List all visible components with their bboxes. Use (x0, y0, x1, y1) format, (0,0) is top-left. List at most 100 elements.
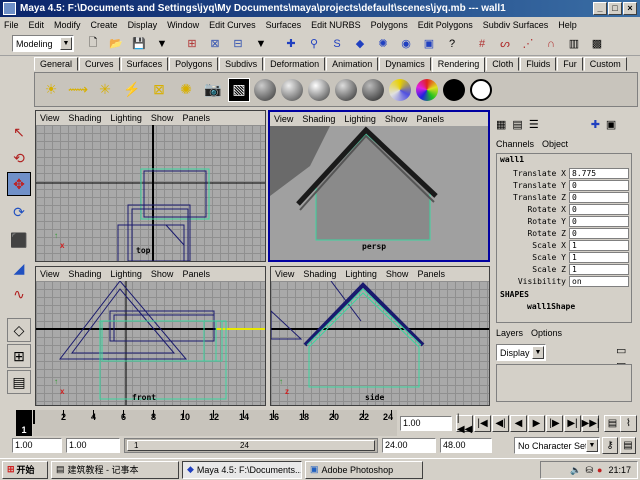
shelf-tab-dynamics[interactable]: Dynamics (379, 57, 431, 71)
vp-persp-lighting-menu[interactable]: Lighting (344, 114, 376, 124)
vp-side-panels-menu[interactable]: Panels (417, 269, 445, 279)
antivirus-icon[interactable]: ● (597, 465, 602, 475)
taskbar-item-notepad[interactable]: ▤ 建筑教程 - 记事本 (51, 460, 179, 479)
range-slider-track[interactable]: 1 24 (124, 438, 378, 453)
channel-box-icon[interactable]: ▦ (496, 118, 506, 131)
channel-row-visibility[interactable]: Visibility on (497, 275, 637, 287)
shelf-tab-rendering[interactable]: Rendering (431, 57, 486, 72)
current-frame-marker[interactable]: 1 (16, 410, 32, 436)
tab-object[interactable]: Object (542, 139, 568, 150)
step-forward-key-icon[interactable]: |▶ (546, 415, 563, 432)
shelf-tab-deformation[interactable]: Deformation (264, 57, 326, 71)
channel-row-scale-y[interactable]: Scale Y1 (497, 251, 637, 263)
menu-help[interactable]: Help (558, 20, 577, 30)
attribute-list-icon[interactable]: ☰ (529, 118, 539, 131)
shelf-tab-fluids[interactable]: Fluids (520, 57, 557, 71)
shelf-tab-surfaces[interactable]: Surfaces (120, 57, 169, 71)
lambert-ball-icon[interactable] (253, 78, 277, 102)
go-to-start-icon[interactable]: |◀◀ (456, 413, 473, 435)
vp-front-panels-menu[interactable]: Panels (182, 269, 210, 279)
spot-light-icon[interactable]: ⚡ (120, 78, 144, 102)
select-hierarchy-icon[interactable]: ⊞ (183, 35, 201, 53)
shelf-tab-animation[interactable]: Animation (326, 57, 379, 71)
viewport-persp[interactable]: View Shading Lighting Show Panels persp (268, 110, 490, 262)
menu-window[interactable]: Window (167, 20, 199, 30)
key-icon[interactable]: ⚷ (602, 437, 618, 454)
vp-side-show-menu[interactable]: Show (386, 269, 409, 279)
vp-top-show-menu[interactable]: Show (151, 113, 174, 123)
tab-options[interactable]: Options (531, 328, 562, 340)
shelf-tab-fur[interactable]: Fur (557, 57, 583, 71)
save-scene-icon[interactable]: 💾 (130, 35, 148, 53)
point-light-icon[interactable]: ✳ (93, 78, 117, 102)
channel-row-translate-z[interactable]: Translate Z0 (497, 191, 637, 203)
vp-front-view-menu[interactable]: View (40, 269, 59, 279)
menu-subdiv-surfaces[interactable]: Subdiv Surfaces (483, 20, 549, 30)
start-time-field[interactable]: 1.00 (12, 438, 62, 453)
viewport-side[interactable]: View Shading Lighting Show Panels side ↑… (270, 266, 490, 406)
menu-create[interactable]: Create (91, 20, 118, 30)
hypershade-icon[interactable]: ▧ (228, 77, 250, 102)
channel-row-rotate-y[interactable]: Rotate Y0 (497, 215, 637, 227)
show-manipulator-icon[interactable]: ◢ (7, 256, 31, 280)
area-light-icon[interactable]: ⊠ (147, 78, 171, 102)
current-time-field[interactable]: 1.00 (400, 416, 452, 431)
vp-top-view-menu[interactable]: View (40, 113, 59, 123)
step-back-frame-icon[interactable]: |◀ (474, 415, 491, 432)
range-slider-handle[interactable]: 1 24 (127, 440, 375, 451)
vp-side-shading-menu[interactable]: Shading (303, 269, 336, 279)
tool-settings-icon[interactable]: ✚ (591, 118, 600, 131)
select-rendering-icon[interactable]: ▣ (420, 35, 438, 53)
camera-icon[interactable]: 📷 (201, 78, 225, 102)
lasso-tool-icon[interactable]: ⟲ (7, 146, 31, 170)
select-misc-icon[interactable]: ? (443, 35, 461, 53)
curve-tool-icon[interactable]: ∿ (7, 282, 31, 306)
render-icon[interactable]: ▩ (588, 35, 606, 53)
select-tool-icon[interactable]: ↖ (7, 120, 31, 144)
taskbar-item-maya[interactable]: ◆ Maya 4.5: F:\Documents... (182, 460, 302, 479)
select-dynamics-icon[interactable]: ◉ (397, 35, 415, 53)
outliner-layout-icon[interactable]: ▤ (7, 370, 31, 394)
channel-row-scale-z[interactable]: Scale Z1 (497, 263, 637, 275)
select-component-icon[interactable]: ⊟ (229, 35, 247, 53)
shape-name[interactable]: wall1Shape (527, 302, 575, 311)
vp-side-lighting-menu[interactable]: Lighting (345, 269, 377, 279)
layer-editor-toggle-icon[interactable]: ▤ (512, 118, 522, 131)
play-backward-icon[interactable]: ◀ (510, 415, 527, 432)
single-pane-layout-icon[interactable]: ◇ (7, 318, 31, 342)
character-set-dropdown[interactable]: No Character Set ▼ (514, 437, 600, 454)
vp-persp-panels-menu[interactable]: Panels (416, 114, 444, 124)
maximize-button[interactable]: □ (608, 2, 622, 15)
layer-type-dropdown[interactable]: Display ▼ (496, 344, 546, 361)
menu-surfaces[interactable]: Surfaces (266, 20, 302, 30)
menu-edit-curves[interactable]: Edit Curves (209, 20, 256, 30)
tab-channels[interactable]: Channels (496, 139, 534, 150)
use-background-ball-icon[interactable] (469, 78, 493, 102)
network-icon[interactable]: ⛁ (585, 465, 593, 476)
attribute-editor-icon[interactable]: ▣ (606, 118, 616, 131)
vp-persp-show-menu[interactable]: Show (385, 114, 408, 124)
end-time-field[interactable]: 48.00 (440, 438, 492, 453)
vp-top-panels-menu[interactable]: Panels (182, 113, 210, 123)
vp-persp-shading-menu[interactable]: Shading (302, 114, 335, 124)
history-icon[interactable]: ▥ (565, 35, 583, 53)
phong-ball-icon[interactable] (307, 78, 331, 102)
animation-preferences-icon[interactable]: ▤ (604, 415, 621, 432)
menu-edit-nurbs[interactable]: Edit NURBS (311, 20, 361, 30)
shelf-tab-custom[interactable]: Custom (583, 57, 627, 71)
vp-front-lighting-menu[interactable]: Lighting (110, 269, 142, 279)
start-button[interactable]: ⊞ 开始 (2, 460, 48, 479)
menu-display[interactable]: Display (128, 20, 158, 30)
select-deformations-icon[interactable]: ✺ (374, 35, 392, 53)
shelf-tab-polygons[interactable]: Polygons (169, 57, 219, 71)
surface-shader-ball-icon[interactable] (442, 78, 466, 102)
script-editor-icon[interactable]: ▤ (620, 437, 636, 454)
open-scene-icon[interactable]: 📂 (107, 35, 125, 53)
vp-front-show-menu[interactable]: Show (151, 269, 174, 279)
channel-row-translate-y[interactable]: Translate Y0 (497, 179, 637, 191)
select-mode-icon[interactable]: ▼ (153, 35, 171, 53)
vp-side-view-menu[interactable]: View (275, 269, 294, 279)
auto-key-icon[interactable]: ⌇ (620, 415, 637, 432)
menu-modify[interactable]: Modify (54, 20, 81, 30)
snap-point-icon[interactable]: ⋰ (519, 35, 537, 53)
